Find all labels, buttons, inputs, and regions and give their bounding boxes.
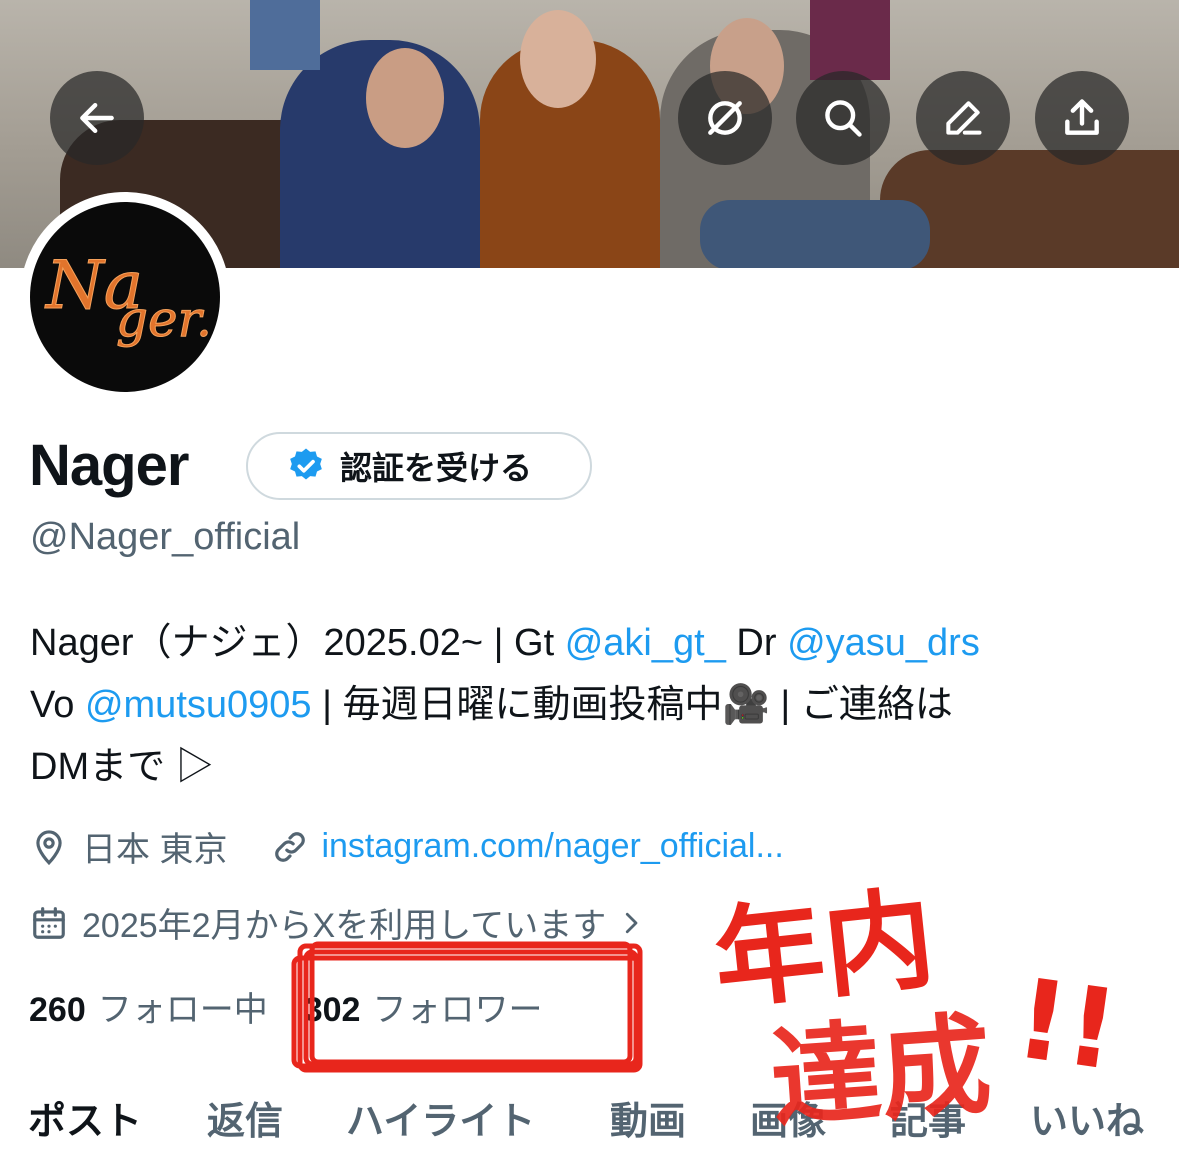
profile-name: Nager [29, 433, 189, 498]
movie-camera-emoji: 🎥 [722, 684, 770, 726]
bio-text: Dr [725, 622, 788, 664]
bio-text: Nager（ナジェ）2025.02~ | Gt [30, 622, 565, 664]
tab-highlights[interactable]: ハイライト [346, 1090, 535, 1145]
tab-articles[interactable]: 記事 [890, 1090, 966, 1145]
bio-text: | ご連絡は [769, 684, 953, 726]
profile-meta-row: 日本 東京 instagram.com/nager_official... [30, 822, 784, 871]
tab-media[interactable]: 画像 [750, 1090, 826, 1145]
annotation-text: !! [1008, 954, 1125, 1095]
back-button[interactable] [50, 71, 144, 165]
following-link[interactable]: 260 フォロー中 [29, 982, 268, 1031]
bio-text: | 毎週日曜に動画投稿中 [311, 684, 723, 726]
following-label: フォロー中 [97, 991, 268, 1029]
calendar-icon [33, 906, 65, 939]
website-link[interactable]: instagram.com/nager_official... [321, 827, 783, 866]
arrow-left-icon [80, 102, 114, 134]
get-verified-button[interactable]: 認証を受ける [246, 432, 592, 500]
avatar[interactable]: Na ger. [20, 192, 230, 402]
following-count: 260 [29, 991, 86, 1029]
profile-tabs: ポスト 返信 ハイライト 動画 画像 記事 いいね [0, 1090, 1179, 1150]
share-icon [1065, 99, 1099, 135]
followers-count: 302 [303, 991, 361, 1029]
link-icon [275, 831, 306, 862]
search-button[interactable] [796, 71, 890, 165]
tab-replies[interactable]: 返信 [207, 1090, 283, 1145]
bio-text: Vo [30, 684, 85, 726]
location-text: 日本 東京 [82, 831, 228, 869]
joined-row[interactable]: 2025年2月からXを利用しています [30, 898, 646, 947]
followers-link[interactable]: 302 フォロワー [304, 982, 543, 1031]
get-verified-label: 認証を受ける [340, 449, 533, 487]
annotation-text: 年内 [708, 874, 940, 1024]
share-button[interactable] [1035, 71, 1129, 165]
grok-button[interactable] [678, 71, 772, 165]
mention-link[interactable]: @aki_gt_ [565, 622, 726, 664]
edit-button[interactable] [916, 71, 1010, 165]
follow-counts: 260 フォロー中 302 フォロワー [29, 982, 542, 1031]
chevron-right-icon [626, 912, 638, 933]
mention-link[interactable]: @mutsu0905 [85, 684, 312, 726]
edit-icon [946, 101, 982, 135]
nager-logo: Na ger. [44, 247, 211, 349]
profile-bio: Nager（ナジェ）2025.02~ | Gt @aki_gt_ Dr @yas… [30, 612, 1160, 798]
avatar-logo: Na ger. [30, 202, 220, 392]
search-icon [825, 100, 862, 137]
grok-icon [708, 101, 742, 135]
svg-text:ger.: ger. [116, 290, 210, 348]
tab-posts[interactable]: ポスト [28, 1090, 142, 1145]
bio-text: DMまで ▷ [30, 746, 214, 788]
location-pin-icon [36, 829, 62, 865]
tab-videos[interactable]: 動画 [610, 1090, 686, 1145]
joined-text: 2025年2月からXを利用しています [82, 907, 607, 945]
mention-link[interactable]: @yasu_drs [787, 622, 980, 664]
profile-handle: @Nager_official [30, 516, 301, 558]
followers-label: フォロワー [372, 991, 543, 1029]
tab-likes[interactable]: いいね [1030, 1090, 1144, 1145]
verified-badge-icon [290, 448, 322, 480]
